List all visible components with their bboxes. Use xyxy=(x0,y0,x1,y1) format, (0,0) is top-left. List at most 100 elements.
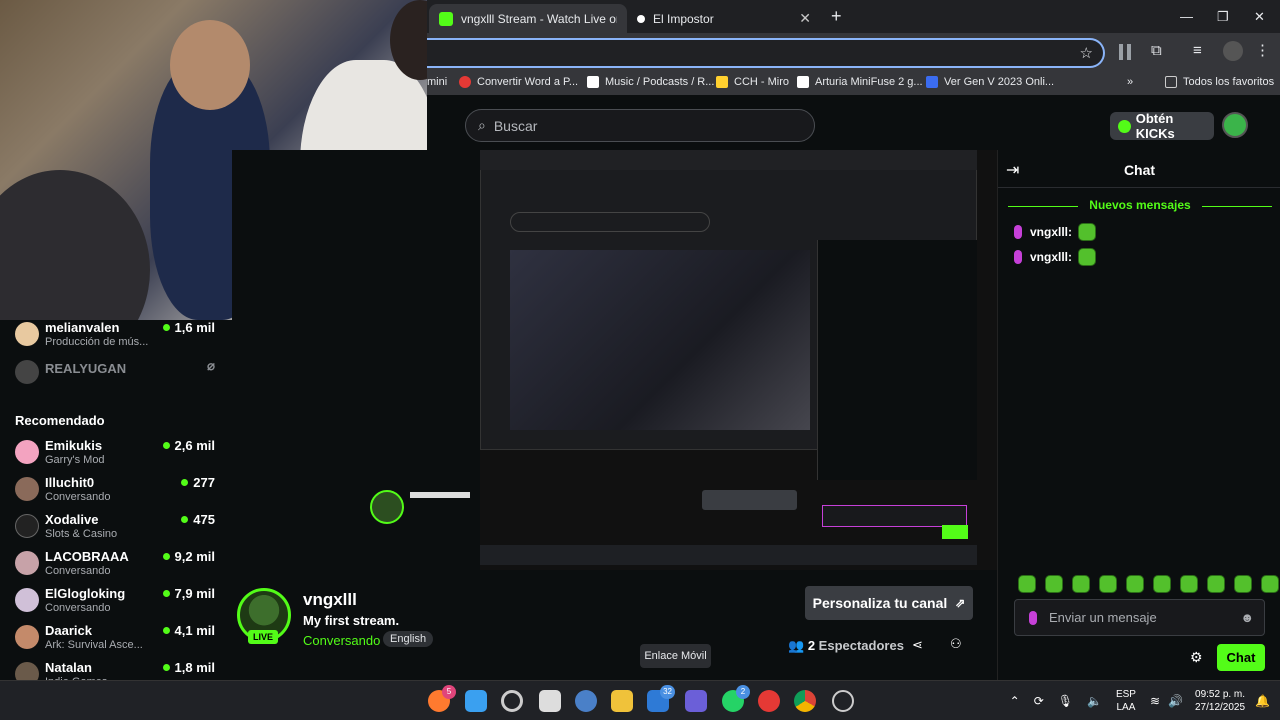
new-messages-divider: Nuevos mensajes xyxy=(1008,198,1272,214)
streamer-name[interactable]: vngxlll xyxy=(303,590,357,610)
chat-username[interactable]: vngxlll: xyxy=(1030,250,1072,264)
bookmark-item[interactable]: Ver Gen V 2023 Onli... xyxy=(926,76,1054,88)
viewers-number: 2 xyxy=(807,638,816,653)
chat-panel: ⇥ Chat Nuevos mensajes vngxlll: vngxlll:… xyxy=(997,150,1280,680)
maximize-icon[interactable]: ❐ xyxy=(1217,9,1229,25)
keyboard-layout: LAA xyxy=(1116,702,1136,713)
bookmark-item[interactable]: Music / Podcasts / R... xyxy=(587,76,714,88)
minimize-icon[interactable]: — xyxy=(1180,9,1193,24)
bookmark-label: Convertir Word a P... xyxy=(477,76,579,88)
sidebar-item-melianvalen[interactable]: melianvalen Producción de mús... 1,6 mil xyxy=(15,320,215,356)
youtube-music-icon[interactable] xyxy=(758,690,780,712)
sidebar-item-daarick[interactable]: Daarick Ark: Survival Asce... 4,1 mil xyxy=(15,623,215,659)
microphone-icon[interactable]: 🎙 xyxy=(1058,694,1073,708)
stream-title: My first stream. xyxy=(303,613,400,628)
emote-icon[interactable] xyxy=(1234,575,1252,593)
close-window-icon[interactable]: ✕ xyxy=(1254,9,1265,25)
emoji-icon[interactable]: ☻ xyxy=(1240,610,1254,625)
emote-icon[interactable] xyxy=(1180,575,1198,593)
emote-icon[interactable] xyxy=(1099,575,1117,593)
star-icon[interactable]: ☆ xyxy=(1080,44,1093,62)
channel-name: REALYUGAN xyxy=(45,361,127,376)
bookmark-item[interactable]: mini xyxy=(427,76,447,88)
windows-start-icon[interactable] xyxy=(465,690,487,712)
extensions-icon[interactable]: ⧉ xyxy=(1151,42,1162,59)
firefox-icon[interactable]: 5 xyxy=(428,685,456,712)
tab-kick-stream[interactable]: vngxlll Stream - Watch Live on K xyxy=(429,4,627,33)
stream-category-link[interactable]: Conversando xyxy=(303,633,380,648)
speaker-icon[interactable]: 🔈 xyxy=(1087,694,1102,708)
qbittorrent-icon[interactable] xyxy=(575,690,597,712)
clock-app-icon[interactable] xyxy=(832,690,854,712)
bookmark-item[interactable]: Convertir Word a P... xyxy=(459,76,578,88)
customize-channel-button[interactable]: Personaliza tu canal ⇗ xyxy=(805,586,973,620)
user-avatar[interactable] xyxy=(1222,112,1248,138)
language-indicator[interactable]: ESP LAA xyxy=(1116,688,1136,714)
live-badge: LIVE xyxy=(248,630,278,644)
bookmark-item[interactable]: CCH - Miro xyxy=(716,76,789,88)
emote-icon[interactable] xyxy=(1072,575,1090,593)
sidebar-item-elglogloking[interactable]: ElGlogloking Conversando 7,9 mil xyxy=(15,586,215,622)
notifications-icon[interactable]: 🔔 xyxy=(1255,694,1270,708)
bookmark-item[interactable]: Arturia MiniFuse 2 g... xyxy=(797,76,923,88)
viewer-count-text: 475 xyxy=(193,512,215,527)
chat-message-input[interactable]: Enviar un mensaje ☻ xyxy=(1014,599,1265,636)
wifi-icon[interactable]: ≋ xyxy=(1150,694,1160,708)
new-tab-button[interactable]: + xyxy=(831,6,842,27)
task-view-icon[interactable] xyxy=(539,690,561,712)
system-tray: ⌃ ⟳ 🎙 🔈 ESP LAA ≋ 🔊 09:52 p. m. 27/12/2025… xyxy=(1010,686,1270,716)
emote-icon[interactable] xyxy=(1207,575,1225,593)
search-icon[interactable] xyxy=(501,690,523,712)
channel-name: melianvalen xyxy=(45,320,120,335)
chat-message: vngxlll: xyxy=(1014,246,1097,268)
tab-el-impostor[interactable]: El Impostor ✕ xyxy=(627,4,821,33)
sync-icon[interactable]: ⟳ xyxy=(1034,694,1044,708)
emote-icon[interactable] xyxy=(1045,575,1063,593)
settings-gear-icon[interactable]: ⚙ xyxy=(1190,649,1203,666)
sidebar-item-xodalive[interactable]: Xodalive Slots & Casino 475 xyxy=(15,512,215,548)
channel-category: Conversando xyxy=(45,602,111,614)
menu-icon[interactable]: ⋮ xyxy=(1255,41,1270,59)
chat-username[interactable]: vngxlll: xyxy=(1030,225,1072,239)
stream-info-bar: LIVE vngxlll My first stream. Conversand… xyxy=(232,570,997,680)
file-explorer-icon[interactable] xyxy=(611,690,633,712)
tab-label: vngxlll Stream - Watch Live on K xyxy=(461,11,617,26)
emote-icon[interactable] xyxy=(1153,575,1171,593)
mail-icon[interactable]: 32 xyxy=(647,685,675,712)
emote-icon[interactable] xyxy=(1261,575,1279,593)
chat-send-button[interactable]: Chat xyxy=(1217,644,1265,671)
stream-video-player[interactable] xyxy=(232,150,997,570)
viewer-count-text: 4,1 mil xyxy=(174,623,215,638)
whatsapp-icon[interactable]: 2 xyxy=(722,685,750,712)
teams-icon[interactable] xyxy=(685,690,707,712)
volume-icon[interactable]: 🔊 xyxy=(1168,694,1183,708)
media-icon[interactable]: ≡ xyxy=(1193,42,1202,59)
sidebar-item-illuchit0[interactable]: Illuchit0 Conversando 277 xyxy=(15,475,215,511)
all-bookmarks-button[interactable]: Todos los favoritos xyxy=(1165,76,1274,88)
chrome-icon[interactable] xyxy=(794,690,816,712)
pdf-icon xyxy=(459,76,471,88)
amazon-icon xyxy=(797,76,809,88)
avatar xyxy=(15,360,39,384)
sidebar-item-emikukis[interactable]: Emikukis Garry's Mod 2,6 mil xyxy=(15,438,215,474)
pause-icon[interactable] xyxy=(1119,44,1131,60)
viewer-count: 👥 2 Espectadores xyxy=(788,638,904,654)
sidebar-item-realyugan[interactable]: REALYUGAN ⌀ xyxy=(15,358,215,394)
share-icon[interactable]: ⋖ xyxy=(912,637,923,653)
miro-icon xyxy=(716,76,728,88)
clock[interactable]: 09:52 p. m. 27/12/2025 xyxy=(1195,688,1245,714)
close-tab-icon[interactable]: ✕ xyxy=(799,10,811,27)
chevron-up-icon[interactable]: ⌃ xyxy=(1010,694,1020,708)
get-kicks-button[interactable]: Obtén KICKs xyxy=(1110,111,1214,141)
sidebar-item-lacobraaa[interactable]: LACOBRAAA Conversando 9,2 mil xyxy=(15,549,215,585)
emote-icon[interactable] xyxy=(1018,575,1036,593)
emote-icon[interactable] xyxy=(1126,575,1144,593)
bookmarks-more-button[interactable]: » xyxy=(1127,76,1133,88)
profile-avatar[interactable] xyxy=(1223,41,1243,61)
language-tag[interactable]: English xyxy=(383,631,434,647)
address-input[interactable]: ☆ xyxy=(427,38,1105,68)
kicks-icon xyxy=(1118,119,1131,133)
avatar xyxy=(15,588,39,612)
follow-icon[interactable]: ⚇ xyxy=(950,636,962,652)
search-input[interactable]: ⌕ Buscar xyxy=(465,109,815,142)
